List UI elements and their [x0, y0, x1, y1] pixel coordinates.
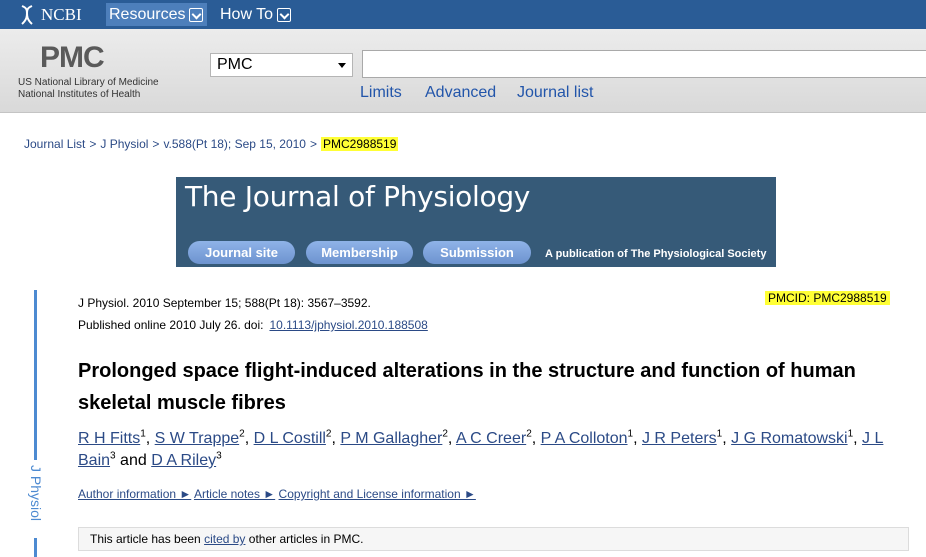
author-link[interactable]: A C Creer: [456, 430, 526, 447]
breadcrumb: Journal List > J Physiol > v.588(Pt 18); Sep…: [24, 137, 399, 151]
search-input[interactable]: [362, 50, 926, 78]
author-link[interactable]: R H Fitts: [78, 430, 140, 447]
journal-title[interactable]: The Journal of Physiology: [185, 180, 530, 213]
author-affiliation: 2: [526, 428, 532, 440]
ncbi-logo-text: NCBI: [41, 4, 82, 24]
how-to-menu-label: How To: [220, 5, 274, 23]
author-link[interactable]: D L Costill: [254, 430, 326, 447]
author-link[interactable]: S W Trappe: [155, 430, 239, 447]
author-link[interactable]: J G Romatowski: [731, 430, 847, 447]
how-to-menu[interactable]: How To: [217, 3, 295, 26]
cited-suffix: other articles in PMC.: [248, 532, 364, 546]
breadcrumb-issue[interactable]: v.588(Pt 18); Sep 15, 2010: [163, 137, 306, 151]
chevron-down-icon: [189, 7, 204, 22]
author-information-link[interactable]: Author information ►: [78, 487, 191, 501]
journal-site-button[interactable]: Journal site: [188, 241, 295, 264]
cited-prefix: This article has been: [90, 532, 201, 546]
author-affiliation: 2: [442, 428, 448, 440]
breadcrumb-current: PMC2988519: [321, 137, 399, 151]
published-line: Published online 2010 July 26. doi: 10.11…: [78, 314, 428, 336]
author-link[interactable]: D A Riley: [151, 452, 216, 469]
submission-button[interactable]: Submission: [423, 241, 531, 264]
author-affiliation: 2: [239, 428, 245, 440]
article-title: Prolonged space flight-induced alteratio…: [78, 360, 856, 414]
breadcrumb-separator: >: [309, 137, 317, 151]
author-affiliation: 3: [216, 450, 222, 462]
ncbi-topbar: NCBI Resources How To: [0, 0, 926, 29]
author-affiliation: 1: [716, 428, 723, 440]
doi-link[interactable]: 10.1113/jphysiol.2010.188508: [269, 318, 427, 332]
ncbi-logo[interactable]: NCBI: [18, 4, 82, 25]
resources-menu[interactable]: Resources: [106, 3, 208, 26]
database-select-value: PMC: [217, 56, 253, 73]
author-affiliation: 3: [110, 450, 116, 462]
sidebar-journal-label[interactable]: J Physiol: [28, 465, 44, 535]
author-affiliation: 1: [140, 428, 146, 440]
article-notes-link[interactable]: Article notes ►: [194, 487, 275, 501]
citation: J Physiol. 2010 September 15; 588(Pt 18)…: [78, 292, 428, 336]
nlm-line-1: US National Library of Medicine: [18, 77, 159, 88]
breadcrumb-journal[interactable]: J Physiol: [100, 137, 148, 151]
author-affiliation: 1: [847, 428, 854, 440]
author-affiliation: 1: [627, 428, 634, 440]
chevron-down-icon: [277, 7, 292, 22]
nlm-attribution[interactable]: US National Library of Medicine National…: [18, 77, 159, 101]
author-list: R H Fitts1, S W Trappe2, D L Costill2, P…: [78, 428, 884, 469]
limits-link[interactable]: Limits: [360, 84, 402, 102]
copyright-license-link[interactable]: Copyright and License information ►: [279, 487, 476, 501]
citation-line: J Physiol. 2010 September 15; 588(Pt 18)…: [78, 296, 371, 310]
journal-banner: The Journal of Physiology Journal site M…: [176, 177, 776, 267]
membership-button[interactable]: Membership: [306, 241, 413, 264]
cited-by-link[interactable]: cited by: [204, 532, 245, 546]
author-link[interactable]: P A Colloton: [541, 430, 628, 447]
journal-list-link[interactable]: Journal list: [517, 84, 593, 102]
breadcrumb-separator: >: [89, 137, 97, 151]
article-info-links: Author information ► Article notes ► Cop…: [78, 487, 476, 501]
nlm-line-2: National Institutes of Health: [18, 89, 141, 100]
author-affiliation: 2: [325, 428, 332, 440]
pmc-header: PMC US National Library of Medicine Nati…: [0, 29, 926, 113]
published-text: Published online 2010 July 26. doi:: [78, 318, 264, 332]
author-link[interactable]: P M Gallagher: [340, 430, 442, 447]
sidebar-line: [34, 538, 37, 557]
publication-note: A publication of The Physiological Socie…: [545, 248, 767, 260]
pmcid-label: PMCID: PMC2988519: [765, 291, 890, 305]
ncbi-helix-icon: [21, 4, 33, 25]
database-select[interactable]: PMC: [210, 53, 353, 77]
advanced-link[interactable]: Advanced: [425, 84, 496, 102]
cited-by-box: This article has been cited by other art…: [78, 527, 909, 551]
author-link[interactable]: J R Peters: [642, 430, 717, 447]
resources-menu-label: Resources: [109, 5, 186, 23]
sidebar-line: [34, 290, 37, 460]
breadcrumb-separator: >: [152, 137, 160, 151]
dropdown-arrow-icon: [338, 63, 346, 68]
pmc-logo[interactable]: PMC: [40, 41, 105, 75]
breadcrumb-journal-list[interactable]: Journal List: [24, 137, 85, 151]
and-word: and: [120, 452, 147, 469]
